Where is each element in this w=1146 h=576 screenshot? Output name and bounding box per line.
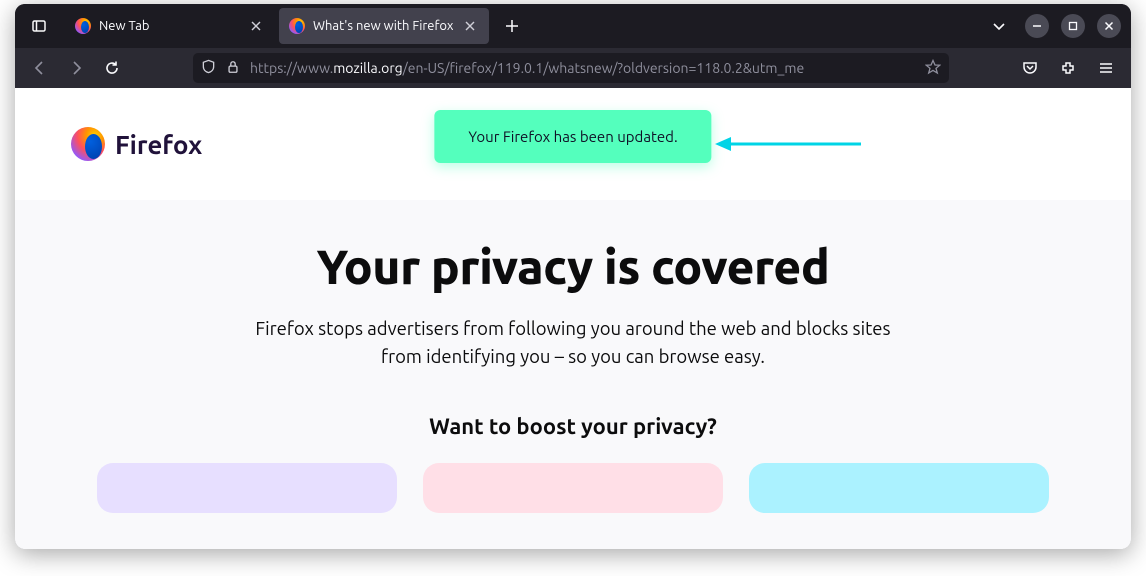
back-button[interactable] — [25, 53, 55, 83]
page-content: Firefox Your Firefox has been updated. Y… — [15, 88, 1131, 549]
feature-card[interactable] — [97, 463, 397, 513]
tab-strip: New Tab What's new with Firefox — [63, 4, 527, 48]
notification-text: Your Firefox has been updated. — [468, 128, 677, 145]
tab-label: New Tab — [99, 19, 239, 33]
toolbar-right — [1015, 53, 1121, 83]
main-section: Your privacy is covered Firefox stops ad… — [15, 200, 1131, 549]
tab-whats-new[interactable]: What's new with Firefox — [279, 8, 489, 44]
boost-title: Want to boost your privacy? — [15, 414, 1131, 439]
update-notification: Your Firefox has been updated. — [434, 110, 711, 163]
url-bar[interactable]: https://www.mozilla.org/en-US/firefox/11… — [193, 53, 949, 83]
url-text: https://www.mozilla.org/en-US/firefox/11… — [250, 60, 915, 76]
tab-new-tab[interactable]: New Tab — [65, 8, 275, 44]
subheadline: Firefox stops advertisers from following… — [253, 316, 893, 372]
forward-button[interactable] — [61, 53, 91, 83]
reload-button[interactable] — [97, 53, 127, 83]
tracking-protection-icon[interactable] — [201, 59, 216, 77]
headline: Your privacy is covered — [15, 240, 1131, 294]
minimize-button[interactable] — [1025, 14, 1049, 38]
workspaces-icon[interactable] — [23, 10, 55, 42]
titlebar: New Tab What's new with Firefox — [15, 4, 1131, 48]
extensions-icon[interactable] — [1053, 53, 1083, 83]
lock-icon[interactable] — [226, 60, 240, 77]
close-icon[interactable] — [461, 17, 479, 35]
titlebar-controls — [985, 12, 1123, 40]
feature-card[interactable] — [749, 463, 1049, 513]
pocket-icon[interactable] — [1015, 53, 1045, 83]
browser-window: New Tab What's new with Firefox — [15, 4, 1131, 549]
firefox-icon — [289, 18, 305, 34]
firefox-logo-icon — [71, 127, 105, 161]
brand-name: Firefox — [115, 130, 202, 159]
annotation-arrow-icon — [713, 132, 863, 156]
app-menu-icon[interactable] — [1091, 53, 1121, 83]
maximize-button[interactable] — [1061, 14, 1085, 38]
tab-label: What's new with Firefox — [313, 19, 453, 33]
page-header: Firefox Your Firefox has been updated. — [15, 88, 1131, 200]
firefox-icon — [75, 18, 91, 34]
brand-logo[interactable]: Firefox — [71, 127, 202, 161]
feature-card[interactable] — [423, 463, 723, 513]
nav-toolbar: https://www.mozilla.org/en-US/firefox/11… — [15, 48, 1131, 88]
feature-cards — [15, 463, 1131, 513]
new-tab-button[interactable] — [497, 11, 527, 41]
close-icon[interactable] — [247, 17, 265, 35]
bookmark-star-icon[interactable] — [925, 59, 941, 78]
list-all-tabs-icon[interactable] — [985, 12, 1013, 40]
close-window-button[interactable] — [1097, 14, 1121, 38]
